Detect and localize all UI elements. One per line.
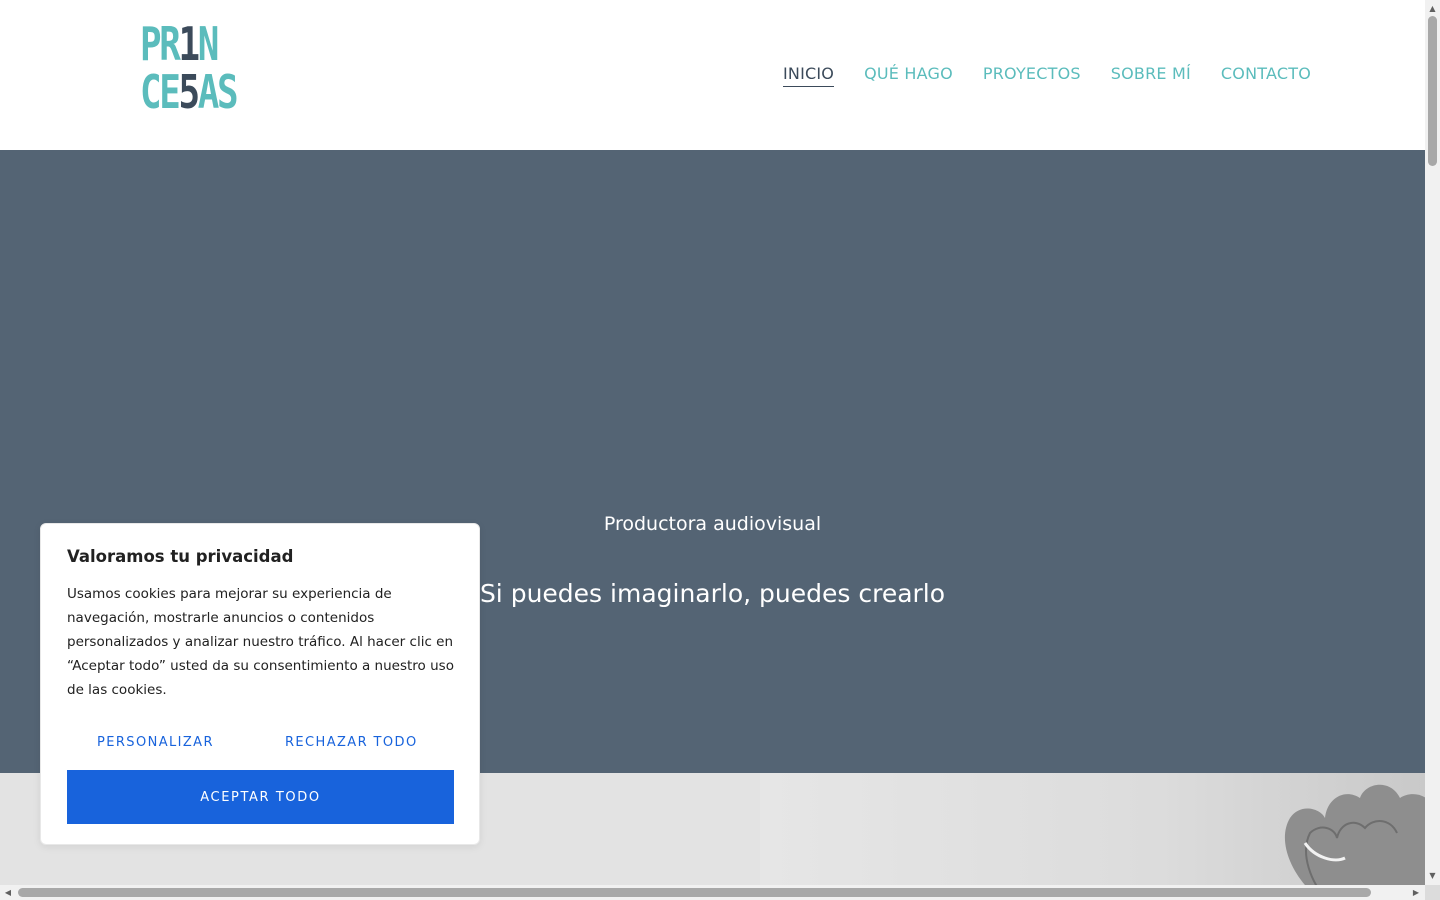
- reject-all-button[interactable]: RECHAZAR TODO: [285, 728, 418, 758]
- triangle-down-icon[interactable]: ▼: [1425, 869, 1440, 883]
- cookie-consent-banner: Valoramos tu privacidad Usamos cookies p…: [40, 523, 480, 845]
- customize-button[interactable]: PERSONALIZAR: [97, 728, 214, 758]
- scrollbar-corner: [1425, 885, 1440, 900]
- vertical-scrollbar[interactable]: ▲ ▼: [1425, 0, 1440, 885]
- nav-link-contacto[interactable]: CONTACTO: [1221, 64, 1311, 87]
- triangle-right-icon[interactable]: ▶: [1409, 885, 1423, 900]
- cookie-title: Valoramos tu privacidad: [67, 547, 294, 566]
- site-header: PR1N CE5AS INICIO QUÉ HAGO PROYECTOS SOB…: [0, 0, 1425, 150]
- nav-link-que-hago[interactable]: QUÉ HAGO: [864, 64, 953, 87]
- triangle-up-icon[interactable]: ▲: [1425, 2, 1440, 16]
- main-nav: INICIO QUÉ HAGO PROYECTOS SOBRE MÍ CONTA…: [782, 64, 1311, 87]
- site-logo[interactable]: PR1N CE5AS: [140, 17, 239, 119]
- accept-all-button[interactable]: ACEPTAR TODO: [67, 770, 454, 824]
- vertical-scroll-thumb[interactable]: [1428, 16, 1437, 166]
- cookie-description: Usamos cookies para mejorar su experienc…: [67, 586, 454, 698]
- nav-link-inicio[interactable]: INICIO: [782, 64, 835, 87]
- horizontal-scrollbar[interactable]: ◀ ▶: [0, 885, 1425, 900]
- triangle-left-icon[interactable]: ◀: [1, 885, 15, 900]
- cookie-secondary-actions: PERSONALIZAR RECHAZAR TODO: [67, 728, 455, 758]
- nav-link-sobre-mi[interactable]: SOBRE MÍ: [1111, 64, 1191, 87]
- logo-line-1: PR1N: [140, 17, 219, 71]
- horizontal-scroll-thumb[interactable]: [18, 888, 1371, 897]
- logo-line-2: CE5AS: [140, 65, 239, 119]
- hand-photo-shape: [1285, 784, 1425, 885]
- nav-link-proyectos[interactable]: PROYECTOS: [983, 64, 1081, 87]
- portrait-image: [760, 773, 1425, 885]
